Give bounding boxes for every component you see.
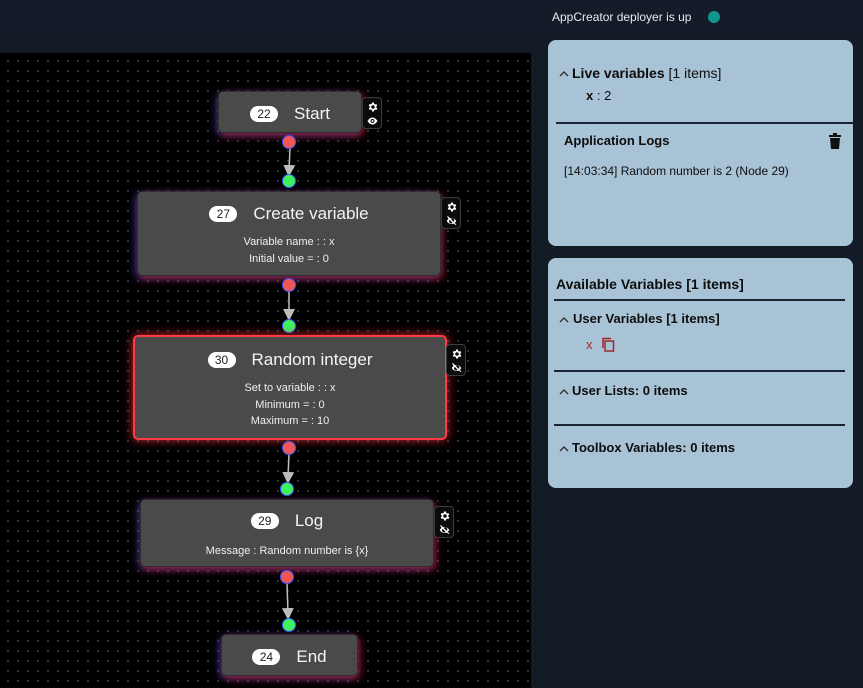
node-random-integer-tools: [446, 344, 466, 376]
node-prop: Message : Random number is {x}: [205, 545, 369, 557]
edge-log-end: [281, 582, 294, 620]
live-panel: Live variables [1 items] x : 2 Applicati…: [548, 40, 853, 246]
node-id-badge: 30: [207, 352, 236, 368]
live-variable-sep: :: [593, 88, 605, 103]
gear-icon[interactable]: [450, 348, 463, 360]
node-create-variable-output-port[interactable]: [282, 278, 296, 292]
user-lists-header[interactable]: User Lists: 0 items: [572, 383, 688, 399]
node-start-tools: [362, 97, 382, 129]
node-id-badge: 22: [250, 106, 279, 122]
deployer-status-dot: [708, 11, 720, 23]
live-variable-value: 2: [604, 88, 612, 103]
node-log-input-port[interactable]: [280, 482, 294, 496]
node-log-output-port[interactable]: [280, 570, 294, 584]
eye-off-icon[interactable]: [438, 524, 451, 536]
live-variables-header[interactable]: Live variables [1 items]: [572, 65, 721, 81]
node-title: Random integer: [251, 350, 373, 369]
node-log-tools: [434, 506, 454, 538]
eye-icon[interactable]: [366, 115, 379, 127]
node-create-variable-input-port[interactable]: [282, 174, 296, 188]
chevron-up-icon[interactable]: [559, 445, 569, 452]
toolbox-variables-header[interactable]: Toolbox Variables: 0 items: [572, 440, 735, 456]
user-variables-header[interactable]: User Variables [1 items]: [573, 311, 720, 327]
node-id-badge: 29: [250, 513, 279, 529]
log-entry: [14:03:34] Random number is 2 (Node 29): [564, 164, 789, 178]
node-title: Start: [294, 104, 330, 123]
chevron-up-icon[interactable]: [559, 316, 569, 323]
node-random-integer-input-port[interactable]: [282, 319, 296, 333]
available-variables-panel: Available Variables [1 items] User Varia…: [548, 258, 853, 488]
node-title: End: [296, 647, 327, 666]
edge-random-log: [282, 453, 295, 484]
node-title: Log: [294, 511, 324, 530]
node-random-integer-output-port[interactable]: [282, 441, 296, 455]
application-logs-title: Application Logs: [564, 133, 670, 148]
divider: [556, 122, 853, 124]
node-start[interactable]: 22 Start: [218, 91, 362, 133]
top-bar: [0, 0, 863, 38]
copy-icon[interactable]: [601, 337, 615, 352]
node-log[interactable]: 29 Log Message : Random number is {x}: [140, 499, 434, 567]
gear-icon[interactable]: [445, 201, 458, 213]
node-create-variable[interactable]: 27 Create variable Variable name : : x I…: [137, 191, 441, 276]
node-create-variable-tools: [441, 197, 461, 229]
flow-canvas[interactable]: 22 Start 27 Create variable Variable nam…: [0, 53, 531, 688]
gear-icon[interactable]: [438, 510, 451, 522]
node-title: Create variable: [253, 204, 369, 223]
live-variables-count: [1 items]: [668, 65, 722, 81]
available-variables-title: Available Variables [1 items]: [556, 276, 744, 292]
divider: [554, 370, 845, 372]
node-prop: Set to variable : : x: [244, 382, 336, 394]
eye-off-icon[interactable]: [445, 215, 458, 227]
node-prop: Variable name : : x: [243, 236, 335, 248]
node-random-integer[interactable]: 30 Random integer Set to variable : : x …: [133, 335, 447, 440]
user-variable-item: x: [586, 337, 593, 352]
node-id-badge: 27: [209, 206, 238, 222]
node-end-input-port[interactable]: [282, 618, 296, 632]
chevron-up-icon[interactable]: [559, 70, 569, 77]
node-prop: Initial value = : 0: [249, 252, 329, 265]
node-prop: Minimum = : 0: [255, 398, 325, 411]
trash-icon[interactable]: [828, 132, 842, 149]
live-variable-row: x : 2: [586, 88, 611, 104]
gear-icon[interactable]: [366, 101, 379, 113]
node-id-badge: 24: [252, 649, 281, 665]
edge-start-create: [283, 147, 296, 177]
node-end[interactable]: 24 End: [221, 634, 358, 676]
eye-off-icon[interactable]: [450, 362, 463, 374]
chevron-up-icon[interactable]: [559, 388, 569, 395]
divider: [554, 424, 845, 426]
node-start-output-port[interactable]: [282, 135, 296, 149]
live-variables-label: Live variables: [572, 65, 665, 81]
divider: [554, 299, 845, 301]
deployer-status-text: AppCreator deployer is up: [552, 10, 692, 24]
node-prop: Maximum = : 10: [250, 415, 330, 427]
